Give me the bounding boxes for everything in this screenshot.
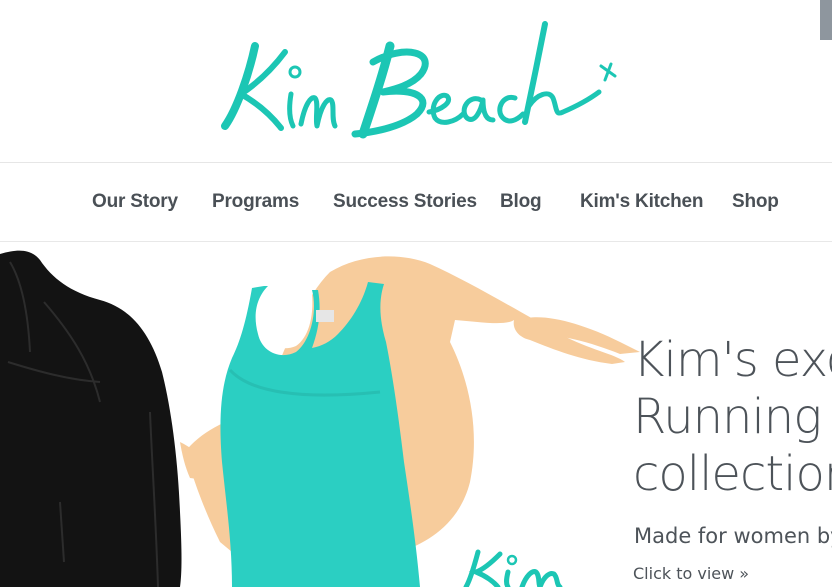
hero-headline: Kim's exc Running collection	[633, 332, 832, 503]
headline-line-3: collection	[633, 446, 832, 502]
nav-programs[interactable]: Programs	[212, 191, 299, 213]
site-header	[0, 0, 832, 163]
click-to-view-link[interactable]: Click to view »	[633, 564, 749, 583]
headline-line-1: Kim's exc	[633, 332, 832, 388]
nav-kims-kitchen[interactable]: Kim's Kitchen	[580, 191, 704, 213]
black-jacket-shape	[0, 250, 182, 587]
nav-blog[interactable]: Blog	[500, 191, 542, 213]
corner-tab[interactable]	[820, 0, 832, 40]
main-nav: Our Story Programs Success Stories Blog …	[0, 163, 832, 242]
kim-beach-logo[interactable]	[215, 14, 625, 149]
nav-shop[interactable]: Shop	[732, 191, 779, 213]
hero-banner[interactable]: Kim's exc Running collection Made for wo…	[0, 242, 832, 587]
headline-line-2: Running	[633, 389, 822, 445]
hero-subtitle: Made for women by	[634, 524, 832, 548]
nav-success-stories[interactable]: Success Stories	[333, 191, 477, 213]
nav-our-story[interactable]: Our Story	[92, 191, 178, 213]
